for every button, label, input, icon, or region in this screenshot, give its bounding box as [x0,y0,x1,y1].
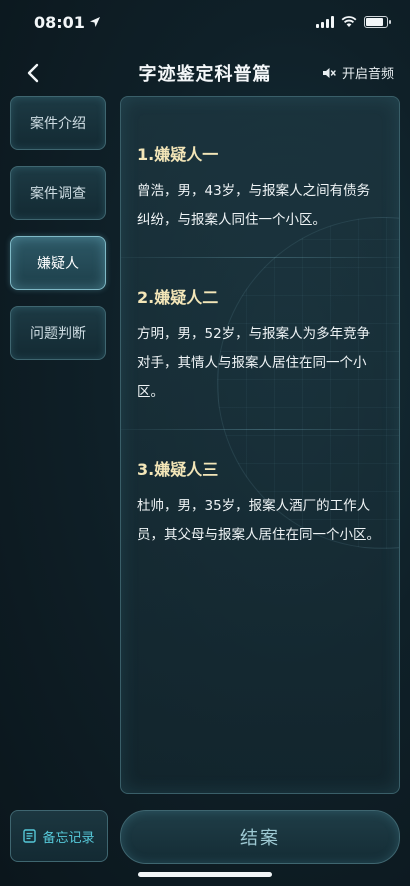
sidebar-item-label: 嫌疑人 [37,256,79,272]
memo-button[interactable]: 备忘记录 [10,810,108,862]
sidebar-item-label: 问题判断 [30,326,86,342]
location-arrow-icon [89,17,100,27]
back-button[interactable] [18,58,48,88]
suspect-card: 3.嫌疑人三 杜帅，男，35岁，报案人酒厂的工作人员，其父母与报案人居住在同一个… [121,456,399,550]
suspect-title: 1.嫌疑人一 [137,145,219,164]
suspect-card: 2.嫌疑人二 方明，男，52岁，与报案人为多年竞争对手，其情人与报案人居住在同一… [121,284,399,407]
suspect-description: 杜帅，男，35岁，报案人酒厂的工作人员，其父母与报案人居住在同一个小区。 [137,498,380,543]
sidebar-item-case-investigation[interactable]: 案件调查 [10,166,106,220]
suspect-description: 方明，男，52岁，与报案人为多年竞争对手，其情人与报案人居住在同一个小区。 [137,326,371,400]
chevron-left-icon [27,63,39,83]
status-left: 08:01 [34,13,101,32]
sidebar-item-label: 案件调查 [30,186,86,202]
status-bar: 08:01 [0,0,410,44]
close-case-label: 结案 [240,828,280,849]
home-indicator [138,872,272,877]
suspect-title: 2.嫌疑人二 [137,288,219,307]
divider [121,429,399,430]
status-time: 08:01 [34,12,85,32]
suspect-title: 3.嫌疑人三 [137,460,219,479]
sidebar-item-case-intro[interactable]: 案件介绍 [10,96,106,150]
battery-icon [364,16,391,28]
audio-toggle-label: 开启音频 [341,67,394,82]
sidebar-item-suspects[interactable]: 嫌疑人 [10,236,106,290]
app-screen: 08:01 字迹鉴定科普篇 开启音频 案件介绍 案件调查 嫌疑人 问题判断 1.… [0,0,410,886]
wifi-icon [341,16,357,27]
suspect-description: 曾浩，男，43岁，与报案人之间有债务纠纷，与报案人同住一个小区。 [137,183,371,228]
audio-toggle-button[interactable]: 开启音频 [322,63,394,82]
header: 字迹鉴定科普篇 开启音频 [0,50,410,96]
sidebar-item-label: 案件介绍 [30,116,86,132]
sidebar-nav: 案件介绍 案件调查 嫌疑人 问题判断 [10,96,108,376]
divider [121,257,399,258]
cellular-signal-icon [316,16,334,28]
memo-label: 备忘记录 [42,830,95,846]
notes-icon [23,829,37,843]
speaker-muted-icon [322,67,336,78]
page-title: 字迹鉴定科普篇 [138,64,272,85]
suspects-panel: 1.嫌疑人一 曾浩，男，43岁，与报案人之间有债务纠纷，与报案人同住一个小区。 … [120,96,400,794]
sidebar-item-question-judgment[interactable]: 问题判断 [10,306,106,360]
suspect-card: 1.嫌疑人一 曾浩，男，43岁，与报案人之间有债务纠纷，与报案人同住一个小区。 [121,97,399,235]
close-case-button[interactable]: 结案 [120,810,400,864]
status-right [316,16,391,28]
